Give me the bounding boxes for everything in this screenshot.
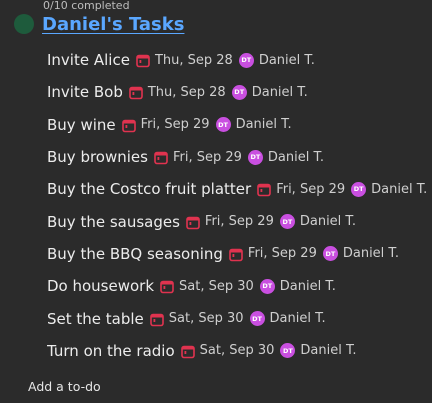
calendar-icon (186, 215, 200, 229)
due-date[interactable]: Fri, Sep 29 (276, 182, 345, 197)
task-name[interactable]: Set the table (47, 310, 144, 328)
due-date[interactable]: Thu, Sep 28 (148, 85, 226, 100)
task-name[interactable]: Invite Alice (47, 51, 130, 69)
task-name[interactable]: Invite Bob (47, 83, 123, 101)
assignee-avatar[interactable]: DT (259, 278, 275, 294)
assignee-name[interactable]: Daniel T. (252, 85, 308, 100)
task-row[interactable]: Invite Alice Thu, Sep 28 DT Daniel T. (47, 44, 432, 76)
task-name[interactable]: Buy the sausages (47, 213, 180, 231)
task-name[interactable]: Buy the BBQ seasoning (47, 245, 223, 263)
calendar-icon (160, 279, 174, 294)
assignee-name[interactable]: Daniel T. (300, 214, 356, 229)
due-date[interactable]: Fri, Sep 29 (248, 246, 317, 261)
assignee-avatar[interactable]: DT (351, 181, 367, 197)
task-name[interactable]: Buy brownies (47, 148, 148, 166)
list-header: 0/10 completed Daniel's Tasks (14, 0, 432, 40)
assignee-avatar[interactable]: DT (247, 149, 263, 165)
assignee-name[interactable]: Daniel T. (259, 53, 315, 68)
calendar-icon (121, 118, 136, 133)
task-row[interactable]: Buy wine Fri, Sep 29 DT Daniel T. (47, 109, 432, 141)
task-row[interactable]: Do housework Sat, Sep 30 DT Daniel T. (47, 270, 432, 302)
assignee-name[interactable]: Daniel T. (236, 117, 292, 132)
assignee-avatar[interactable]: DT (215, 117, 231, 133)
assignee-avatar[interactable]: DT (231, 84, 247, 100)
task-name[interactable]: Turn on the radio (47, 342, 175, 360)
due-date[interactable]: Sat, Sep 30 (169, 311, 244, 326)
task-row[interactable]: Set the table Sat, Sep 30 DT Daniel T. (47, 302, 432, 334)
due-date[interactable]: Fri, Sep 29 (205, 214, 274, 229)
assignee-name[interactable]: Daniel T. (270, 311, 326, 326)
calendar-icon (229, 247, 243, 262)
task-name[interactable]: Buy wine (47, 116, 116, 134)
task-row[interactable]: Buy brownies Fri, Sep 29 DT Daniel T. (47, 141, 432, 173)
assignee-name[interactable]: Daniel T. (371, 182, 427, 197)
calendar-icon (257, 182, 271, 197)
due-date[interactable]: Thu, Sep 28 (155, 53, 233, 68)
assignee-name[interactable]: Daniel T. (343, 246, 399, 261)
task-row[interactable]: Buy the Costco fruit platter Fri, Sep 29 D… (47, 173, 432, 205)
calendar-icon (154, 150, 168, 165)
assignee-avatar[interactable]: DT (280, 343, 296, 359)
due-date[interactable]: Sat, Sep 30 (179, 279, 254, 294)
task-name[interactable]: Do housework (47, 277, 154, 295)
calendar-icon (129, 85, 143, 100)
assignee-avatar[interactable]: DT (249, 311, 265, 327)
task-row[interactable]: Buy the BBQ seasoning Fri, Sep 29 DT Daniel… (47, 238, 432, 270)
due-date[interactable]: Fri, Sep 29 (173, 150, 242, 165)
calendar-icon (180, 344, 195, 359)
progress-indicator (14, 14, 34, 34)
task-list: Invite Alice Thu, Sep 28 DT Daniel T. Invite… (47, 44, 432, 367)
task-row[interactable]: Buy the sausages Fri, Sep 29 DT Daniel T. (47, 205, 432, 237)
assignee-name[interactable]: Daniel T. (300, 343, 356, 358)
calendar-icon (149, 312, 164, 326)
task-row[interactable]: Turn on the radio Sat, Sep 30 DT Daniel T. (47, 335, 432, 367)
assignee-name[interactable]: Daniel T. (280, 279, 336, 294)
assignee-avatar[interactable]: DT (279, 214, 295, 230)
list-title-link[interactable]: Daniel's Tasks (42, 12, 184, 38)
progress-text: 0/10 completed (43, 0, 130, 12)
add-todo-input[interactable]: Add a to-do (28, 379, 101, 395)
task-row[interactable]: Invite Bob Thu, Sep 28 DT Daniel T. (47, 76, 432, 108)
due-date[interactable]: Fri, Sep 29 (141, 117, 210, 132)
assignee-avatar[interactable]: DT (322, 246, 338, 262)
task-name[interactable]: Buy the Costco fruit platter (47, 180, 251, 198)
assignee-avatar[interactable]: DT (238, 52, 254, 68)
assignee-name[interactable]: Daniel T. (268, 150, 324, 165)
due-date[interactable]: Sat, Sep 30 (200, 343, 275, 358)
calendar-icon (136, 53, 150, 68)
